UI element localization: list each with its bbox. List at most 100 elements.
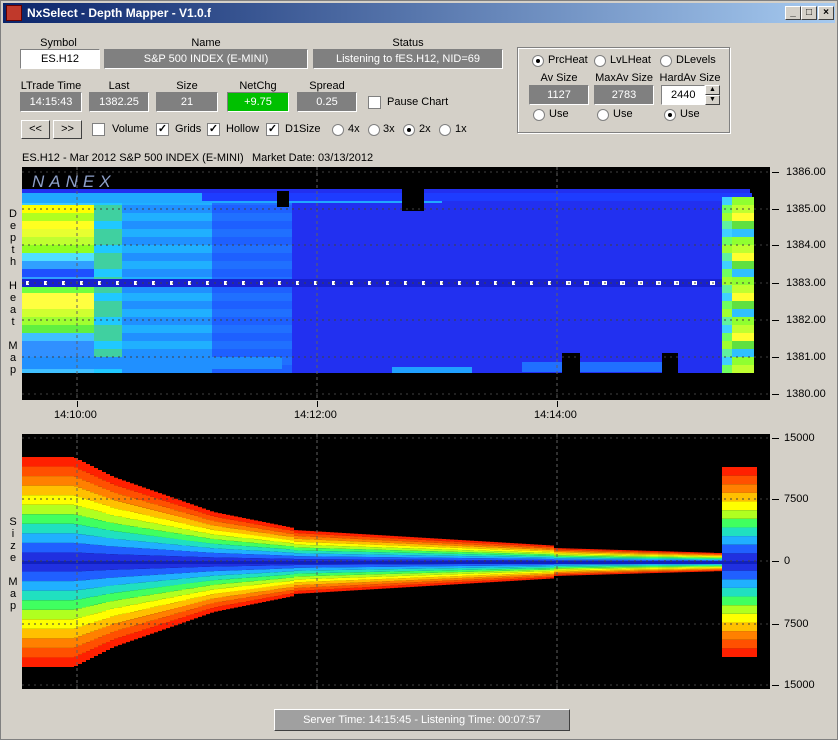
size-bar (334, 583, 338, 587)
size-bar (38, 647, 42, 658)
size-bar (434, 579, 438, 582)
size-bar (330, 556, 334, 560)
zoom-4x-radio[interactable] (332, 124, 344, 136)
size-bar (510, 544, 514, 547)
size-bar (674, 551, 678, 553)
size-bar (426, 544, 430, 547)
size-bar (470, 542, 474, 545)
size-bar (138, 631, 142, 638)
size-bar (462, 546, 466, 549)
depth-heat-band (94, 213, 122, 221)
size-bar (478, 546, 482, 549)
size-bar (486, 561, 490, 564)
size-bar (598, 573, 602, 575)
size-bar (294, 538, 298, 542)
size-bar (106, 578, 110, 586)
size-bar (262, 554, 266, 559)
depth-heat-band (212, 237, 292, 245)
size-bar (678, 553, 682, 555)
spin-up-icon[interactable]: ▲ (705, 85, 720, 95)
size-bar (478, 544, 482, 547)
zoom-2x-radio[interactable] (403, 124, 415, 136)
size-bar (210, 594, 214, 599)
size-bar (318, 589, 322, 593)
size-bar (246, 518, 250, 523)
size-bar (330, 537, 334, 541)
size-bar (578, 568, 582, 570)
size-bar (546, 566, 550, 569)
size-bar (242, 578, 246, 582)
size-bar (510, 577, 514, 580)
size-bar (230, 570, 234, 575)
size-bar (214, 534, 218, 540)
size-bar (642, 572, 646, 574)
volume-checkbox[interactable] (92, 123, 105, 136)
size-bar (290, 574, 294, 578)
size-bar (518, 551, 522, 554)
size-bar (634, 553, 638, 555)
hollow-checkbox[interactable]: ✓ (207, 123, 220, 136)
hardav-size-input[interactable]: 2440 (661, 85, 705, 105)
size-bar (46, 628, 50, 639)
size-bar (42, 638, 46, 648)
size-bar (214, 539, 218, 544)
use-maxav-size-radio[interactable] (597, 109, 609, 121)
size-bar (206, 604, 210, 610)
size-bar (478, 577, 482, 580)
next-button[interactable]: >> (53, 120, 82, 139)
size-bar (542, 551, 546, 553)
maximize-icon[interactable]: □ (801, 6, 817, 20)
size-bar (602, 571, 606, 573)
symbol-input[interactable]: ES.H12 (20, 49, 100, 69)
pause-chart-checkbox[interactable] (368, 96, 381, 109)
size-bar (658, 565, 662, 567)
size-bar (158, 568, 162, 575)
size-bar (338, 532, 342, 536)
size-bar (462, 581, 466, 584)
depth-heat-band (732, 245, 754, 253)
prev-button[interactable]: << (21, 120, 50, 139)
prcheat-radio[interactable] (532, 55, 544, 67)
d1size-checkbox[interactable]: ✓ (266, 123, 279, 136)
size-bar (242, 602, 246, 606)
size-bar (282, 584, 286, 589)
size-bar (526, 558, 530, 561)
minimize-icon[interactable]: _ (785, 6, 801, 20)
size-bar (118, 614, 122, 623)
size-bar (158, 624, 162, 631)
size-bar (466, 567, 470, 570)
depth-heat-map[interactable]: NANEX (22, 167, 770, 400)
size-bar (646, 555, 650, 557)
size-bar (742, 467, 746, 476)
size-bar (502, 572, 506, 575)
size-bar (102, 643, 106, 652)
size-bar (238, 517, 242, 522)
size-map[interactable] (22, 434, 770, 689)
size-bar (734, 484, 738, 493)
grids-checkbox[interactable]: ✓ (156, 123, 169, 136)
size-bar (678, 560, 682, 562)
close-icon[interactable]: × (818, 6, 834, 20)
use-av-size-radio[interactable] (533, 109, 545, 121)
size-bar (30, 466, 34, 477)
size-bar (194, 608, 198, 614)
dlevels-radio[interactable] (660, 55, 672, 67)
title-bar[interactable]: NxSelect - Depth Mapper - V1.0.f _ □ × (3, 3, 835, 23)
size-mask (757, 434, 770, 689)
size-bar (330, 572, 334, 576)
size-bar (470, 554, 474, 557)
size-bar (82, 507, 86, 517)
size-bar (662, 552, 666, 554)
use-hardav-size-radio[interactable] (664, 109, 676, 121)
zoom-1x-radio[interactable] (439, 124, 451, 136)
size-bar (390, 569, 394, 572)
zoom-3x-radio[interactable] (368, 124, 380, 136)
spin-down-icon[interactable]: ▼ (705, 95, 720, 105)
size-bar (510, 556, 514, 559)
size-bar (286, 584, 290, 588)
size-bar (150, 581, 154, 589)
lvlheat-radio[interactable] (594, 55, 606, 67)
size-bar (126, 576, 130, 584)
size-bar (326, 556, 330, 560)
size-bar (302, 579, 306, 582)
